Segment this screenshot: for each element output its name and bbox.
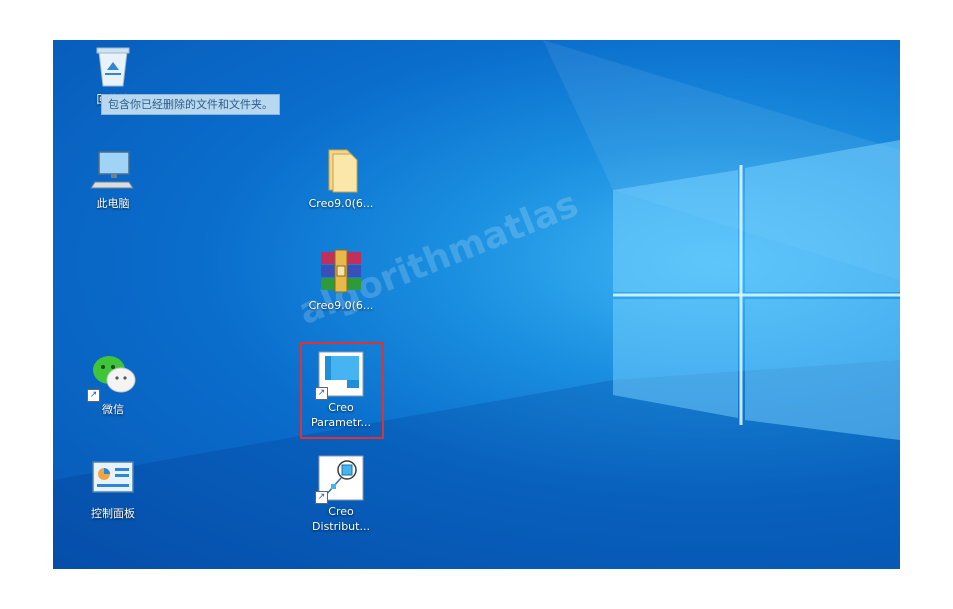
wechat-label: 微信 [102,403,124,416]
winrar-archive-icon [317,248,365,296]
folder-icon [317,146,365,194]
wechat-icon: ↗ [87,352,137,402]
wallpaper-windows-logo [53,40,900,569]
recycle-bin-tooltip: 包含你已经删除的文件和文件夹。 [101,94,280,115]
this-pc-label: 此电脑 [96,197,130,210]
creo-archive-label: Creo9.0(6... [308,299,374,312]
control-panel-label: 控制面板 [91,507,135,520]
desktop-icon-creo-archive[interactable]: Creo9.0(6... [296,248,386,313]
desktop-icon-creo-distributed[interactable]: ↗ Creo Distribut... [296,454,386,534]
shortcut-arrow-icon: ↗ [87,389,100,402]
creo-folder-label: Creo9.0(6... [308,197,374,210]
desktop-icon-this-pc[interactable]: 此电脑 [68,146,158,211]
control-panel-icon [89,456,137,504]
desktop-icon-creo-folder[interactable]: Creo9.0(6... [296,146,386,211]
desktop-icon-control-panel[interactable]: 控制面板 [68,456,158,521]
desktop[interactable]: algorithmatlas 回收站 包含你已经删除的文件和文件夹。 此电脑 [53,40,900,569]
desktop-icon-creo-parametric[interactable]: ↗ Creo Parametr... [296,350,386,430]
recycle-bin-icon [89,42,137,90]
creo-parametric-icon: ↗ [315,350,365,400]
creo-parametric-label: Creo Parametr... [296,400,386,430]
shortcut-arrow-icon: ↗ [315,491,328,504]
desktop-icon-wechat[interactable]: ↗ 微信 [68,352,158,417]
creo-distributed-label-text: Creo Distribut... [312,505,370,533]
computer-icon [89,146,137,194]
creo-parametric-label-text: Creo Parametr... [311,401,371,429]
shortcut-arrow-icon: ↗ [315,387,328,400]
creo-distributed-icon: ↗ [315,454,365,504]
creo-distributed-label: Creo Distribut... [296,504,386,534]
